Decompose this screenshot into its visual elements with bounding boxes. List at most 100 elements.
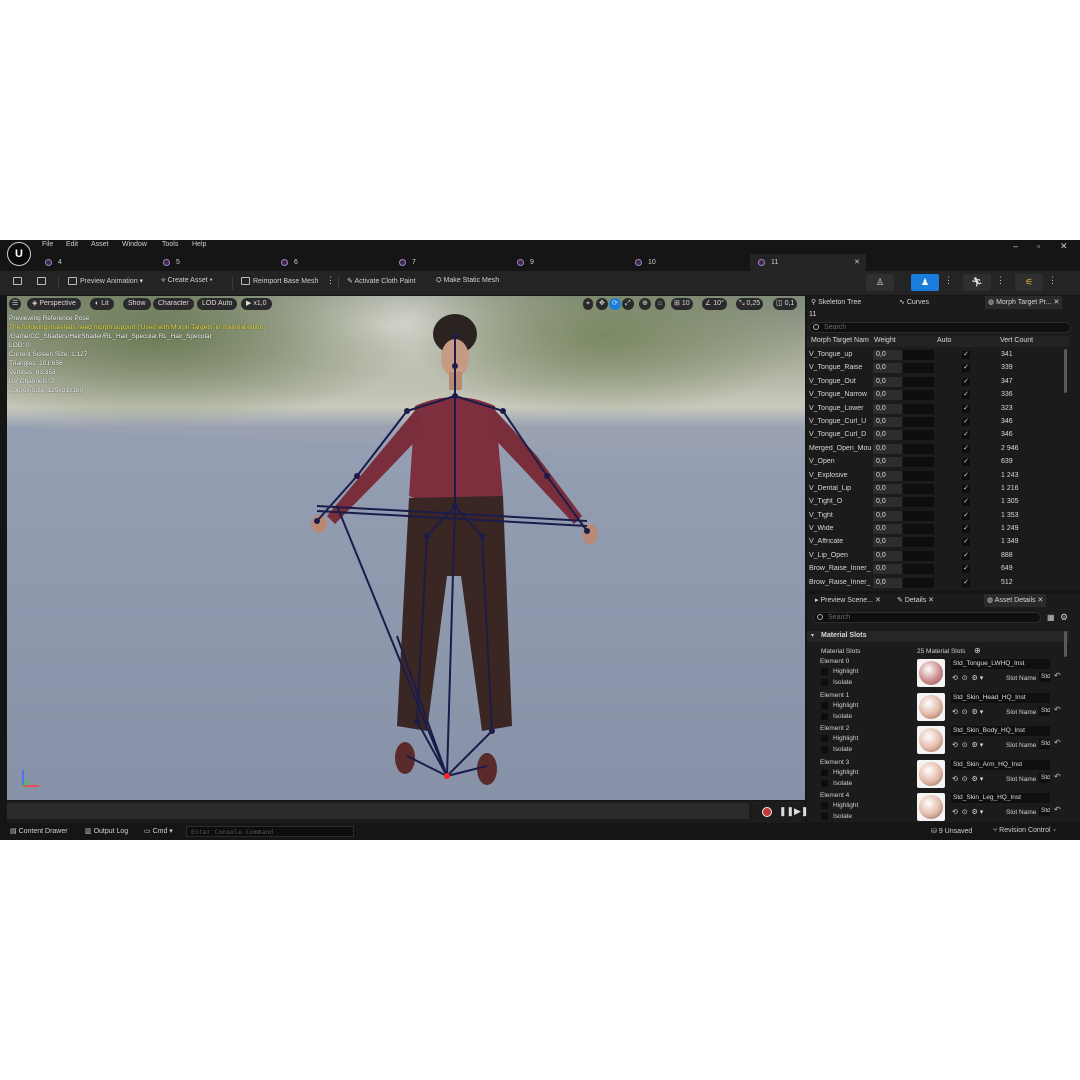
weight-input[interactable]: 0,0	[873, 564, 902, 575]
camera-speed-button[interactable]: ◫ 0,1	[773, 298, 798, 310]
morph-search-input[interactable]: Search	[809, 322, 1071, 333]
more-options-icon[interactable]: ⋮	[326, 275, 335, 286]
settings-gear-icon[interactable]: ⚙	[1060, 612, 1068, 623]
weight-input[interactable]: 0,0	[873, 350, 902, 360]
mesh-mode-button[interactable]: ♟	[911, 274, 939, 291]
morph-target-row[interactable]: V_Tongue_Raise 0,0 ✓ 339	[807, 362, 1069, 375]
revision-control-button[interactable]: ⑂ Revision Control ▾	[993, 827, 1057, 834]
slot-name-input[interactable]: Std	[1039, 672, 1050, 682]
auto-checkbox[interactable]: ✓	[962, 351, 970, 359]
tab-preview-scene[interactable]: ▸ Preview Scene... ✕	[815, 594, 881, 607]
material-slots-section-header[interactable]: ▾ Material Slots	[807, 631, 1069, 642]
isolate-toggle[interactable]: Isolate	[821, 779, 852, 787]
collapse-arrow-icon[interactable]: ▾	[811, 632, 814, 639]
close-tab-icon[interactable]: ✕	[1054, 299, 1060, 306]
details-search-input[interactable]: Search	[813, 612, 1041, 623]
reset-icon[interactable]: ↶	[1054, 805, 1061, 814]
preview-viewport[interactable]: ☰ ◈ Perspective ◐ Lit Show Character LOD…	[7, 296, 805, 800]
close-tab-icon[interactable]: ✕	[854, 254, 860, 271]
reset-icon[interactable]: ↶	[1054, 738, 1061, 747]
menu-asset[interactable]: Asset	[91, 241, 109, 248]
isolate-toggle[interactable]: Isolate	[821, 813, 852, 820]
browse-icon[interactable]	[37, 277, 49, 285]
reset-icon[interactable]: ↶	[1054, 671, 1061, 680]
playback-speed-button[interactable]: ▶ x1,0	[241, 298, 272, 310]
auto-checkbox[interactable]: ✓	[962, 364, 970, 373]
weight-input[interactable]: 0,0	[873, 363, 902, 374]
material-thumbnail[interactable]	[917, 793, 945, 821]
auto-checkbox[interactable]: ✓	[962, 417, 970, 426]
tab-7[interactable]: 7	[399, 254, 416, 271]
auto-checkbox[interactable]: ✓	[962, 578, 970, 587]
slot-name-input[interactable]: Std	[1039, 739, 1050, 749]
highlight-toggle[interactable]: Highlight	[821, 701, 858, 709]
weight-input[interactable]: 0,0	[873, 376, 902, 387]
use-selected-icon[interactable]: ⊙	[962, 675, 968, 682]
menu-window[interactable]: Window	[122, 241, 147, 248]
morph-target-row[interactable]: V_Tight 0,0 ✓ 1 353	[807, 510, 1069, 523]
highlight-toggle[interactable]: Highlight	[821, 735, 858, 742]
close-window-icon[interactable]: ✕	[1060, 241, 1068, 252]
column-vert-count[interactable]: Vert Count	[1000, 337, 1033, 344]
material-thumbnail[interactable]	[917, 759, 945, 788]
grid-snap-button[interactable]: ⊞ 10	[671, 298, 693, 310]
material-name-field[interactable]: Std_Skin_Leg_HQ_Inst	[951, 793, 1050, 803]
weight-slider[interactable]	[903, 457, 934, 468]
tab-skeleton-tree[interactable]: ⚲ Skeleton Tree	[811, 296, 861, 309]
morph-target-row[interactable]: V_Dental_Lip 0,0 ✓ 1 216	[807, 483, 1069, 496]
weight-slider[interactable]	[903, 363, 934, 374]
lit-button[interactable]: ◐ Lit	[90, 298, 114, 310]
scale-snap-button[interactable]: ⤡ 0,25	[736, 298, 764, 310]
browse-to-asset-icon[interactable]: ⟲	[952, 675, 958, 682]
morph-target-row[interactable]: V_Explosive 0,0 ✓ 1 243	[807, 470, 1069, 483]
auto-checkbox[interactable]: ✓	[962, 404, 970, 413]
material-name-field[interactable]: Std_Skin_Head_HQ_Inst	[951, 692, 1050, 703]
auto-checkbox[interactable]: ✓	[962, 525, 970, 534]
weight-slider[interactable]	[903, 577, 934, 588]
table-view-icon[interactable]: ▦	[1047, 613, 1055, 622]
morph-target-row[interactable]: Brow_Raise_Inner_L 0,0 ✓ 649	[807, 563, 1069, 576]
isolate-toggle[interactable]: Isolate	[821, 712, 852, 720]
weight-input[interactable]: 0,0	[873, 430, 902, 441]
auto-checkbox[interactable]: ✓	[962, 484, 970, 493]
weight-slider[interactable]	[903, 497, 934, 508]
show-button[interactable]: Show	[123, 298, 151, 310]
column-name[interactable]: Morph Target Nam	[811, 337, 869, 344]
tab-10[interactable]: 10	[635, 254, 656, 271]
weight-input[interactable]: 0,0	[873, 443, 902, 454]
weight-slider[interactable]	[903, 403, 934, 414]
weight-input[interactable]: 0,0	[873, 470, 902, 481]
morph-target-row[interactable]: V_Tongue_Curl_D 0,0 ✓ 346	[807, 429, 1069, 442]
character-model[interactable]	[297, 306, 617, 796]
more-options-icon[interactable]: ⋮	[944, 275, 953, 286]
minimize-icon[interactable]: –	[1013, 241, 1018, 251]
weight-slider[interactable]	[903, 443, 934, 454]
slot-name-input[interactable]: Std	[1039, 772, 1050, 783]
activate-cloth-paint-button[interactable]: ✎ Activate Cloth Paint	[347, 277, 416, 285]
weight-slider[interactable]	[903, 564, 934, 575]
weight-slider[interactable]	[903, 416, 934, 427]
animation-mode-button[interactable]: 🏃︎	[963, 274, 991, 291]
auto-checkbox[interactable]: ✓	[962, 377, 970, 386]
tab-details[interactable]: ✎ Details ✕	[897, 594, 934, 607]
auto-checkbox[interactable]: ✓	[962, 511, 970, 520]
weight-input[interactable]: 0,0	[873, 416, 902, 427]
column-weight[interactable]: Weight	[874, 337, 896, 344]
weight-slider[interactable]	[903, 510, 934, 521]
material-options-icon[interactable]: ⚙ ▾	[972, 809, 984, 816]
material-options-icon[interactable]: ⚙ ▾	[972, 742, 984, 749]
highlight-toggle[interactable]: Highlight	[821, 768, 858, 776]
slot-name-input[interactable]: Std	[1039, 806, 1050, 816]
morph-target-row[interactable]: V_Tongue_Curl_U 0,0 ✓ 346	[807, 416, 1069, 429]
scale-icon[interactable]: ⤢	[622, 298, 634, 310]
menu-file[interactable]: File	[42, 241, 53, 248]
use-selected-icon[interactable]: ⊙	[962, 809, 968, 816]
character-button[interactable]: Character	[153, 298, 194, 310]
morph-target-row[interactable]: V_Affricate 0,0 ✓ 1 349	[807, 536, 1069, 549]
weight-input[interactable]: 0,0	[873, 390, 902, 401]
column-auto[interactable]: Auto	[937, 337, 951, 344]
tab-5[interactable]: 5	[163, 254, 180, 271]
auto-checkbox[interactable]: ✓	[962, 538, 970, 547]
tab-morph-target-preview[interactable]: ◍ Morph Target Pr... ✕	[985, 296, 1063, 309]
weight-slider[interactable]	[903, 470, 934, 481]
